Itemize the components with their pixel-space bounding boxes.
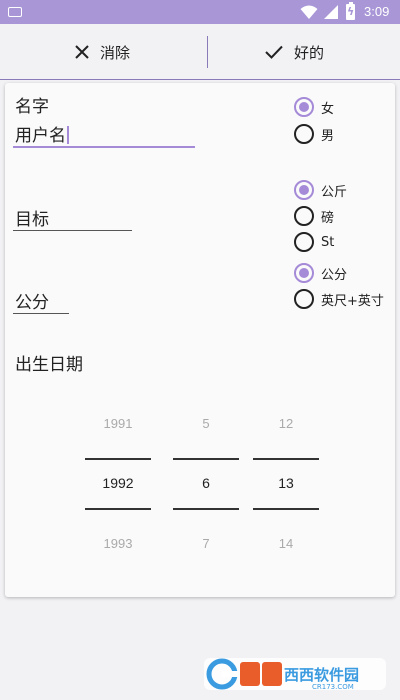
birthday-title: 出生日期 (15, 355, 83, 375)
radio-unchecked-icon (294, 289, 314, 309)
weight-unit-label: 公斤 (321, 184, 348, 200)
cancel-label: 消除 (100, 43, 131, 62)
site-watermark-logo: 西西软件园 CR173.COM (204, 658, 386, 691)
picker-next-value[interactable]: 7 (173, 536, 239, 551)
name-label: 名字 (15, 97, 49, 117)
ok-label: 好的 (294, 43, 325, 62)
profile-form-card: 名字 用户名 女 男 目标 公斤 磅 St 公分 公分 英尺+英寸 出生日期 1… (5, 83, 395, 597)
radio-unchecked-icon (294, 124, 314, 144)
battery-icon: ϟ (346, 2, 355, 20)
name-value: 用户名 (15, 126, 66, 146)
notification-icon (8, 7, 22, 17)
gender-option-male[interactable]: 男 (294, 124, 334, 144)
radio-unchecked-icon (294, 232, 314, 252)
month-picker[interactable]: 5 6 7 (173, 408, 239, 558)
goal-input[interactable]: 目标 (15, 205, 49, 230)
day-picker[interactable]: 12 13 14 (253, 408, 319, 558)
text-cursor (67, 126, 69, 144)
status-bar: ϟ 3:09 (0, 0, 400, 24)
picker-next-value[interactable]: 1993 (85, 536, 151, 551)
picker-selected-value[interactable]: 13 (253, 475, 319, 491)
check-icon (265, 45, 283, 59)
close-icon (75, 45, 89, 59)
action-bar: 消除 好的 (0, 24, 400, 80)
radio-unchecked-icon (294, 206, 314, 226)
name-input-underline (13, 146, 195, 148)
gender-option-female[interactable]: 女 (294, 97, 334, 117)
wifi-icon (300, 5, 318, 19)
picker-prev-value[interactable]: 12 (253, 416, 319, 431)
height-unit-label: 英尺+英寸 (321, 293, 384, 309)
weight-unit-st[interactable]: St (294, 232, 334, 252)
picker-selected-value[interactable]: 1992 (85, 475, 151, 491)
watermark-url: CR173.COM (312, 683, 354, 691)
weight-unit-kg[interactable]: 公斤 (294, 180, 347, 200)
radio-checked-icon (294, 97, 314, 117)
weight-unit-label: 磅 (321, 210, 335, 226)
cancel-button[interactable]: 消除 (74, 24, 130, 80)
picker-prev-value[interactable]: 1991 (85, 416, 151, 431)
action-divider (207, 36, 208, 68)
height-input-underline (13, 313, 69, 314)
radio-checked-icon (294, 263, 314, 283)
watermark-brand: 西西软件园 (284, 666, 359, 684)
height-input[interactable]: 公分 (15, 288, 49, 313)
gender-option-label: 女 (321, 101, 335, 117)
picker-prev-value[interactable]: 5 (173, 416, 239, 431)
picker-selected-value[interactable]: 6 (173, 475, 239, 491)
signal-icon (324, 5, 338, 19)
weight-unit-lb[interactable]: 磅 (294, 206, 334, 226)
picker-divider (253, 508, 319, 510)
picker-divider (173, 458, 239, 460)
year-picker[interactable]: 1991 1992 1993 (85, 408, 151, 558)
goal-input-underline (13, 230, 132, 231)
picker-divider (85, 508, 151, 510)
gender-option-label: 男 (321, 128, 335, 144)
picker-divider (173, 508, 239, 510)
picker-divider (85, 458, 151, 460)
weight-unit-label: St (321, 234, 335, 250)
name-input[interactable]: 用户名 (15, 121, 69, 146)
height-unit-cm[interactable]: 公分 (294, 263, 347, 283)
ok-button[interactable]: 好的 (264, 24, 324, 80)
height-unit-ft-in[interactable]: 英尺+英寸 (294, 289, 384, 309)
picker-divider (253, 458, 319, 460)
radio-checked-icon (294, 180, 314, 200)
height-unit-label: 公分 (321, 267, 348, 283)
picker-next-value[interactable]: 14 (253, 536, 319, 551)
clock: 3:09 (364, 4, 390, 19)
